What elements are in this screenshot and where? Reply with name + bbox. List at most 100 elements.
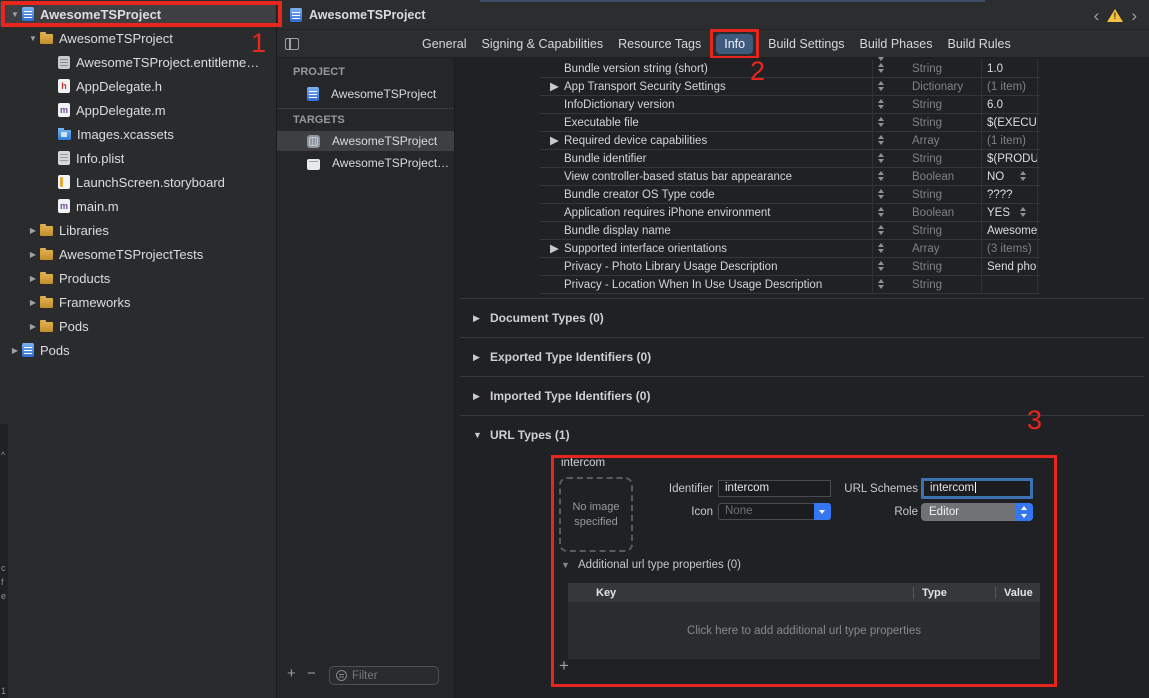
plist-value[interactable]: (1 item) — [987, 78, 1037, 96]
disclosure-triangle-icon[interactable]: ▶ — [550, 240, 559, 258]
navigator-row[interactable]: LaunchScreen.storyboard — [0, 170, 276, 194]
role-popup[interactable]: Editor — [921, 503, 1033, 521]
plist-type[interactable]: Boolean — [912, 168, 954, 186]
navigator-row[interactable]: ▼ AwesomeTSProject — [0, 26, 276, 50]
plist-type[interactable]: Boolean — [912, 204, 954, 222]
plist-value[interactable]: ???? — [987, 186, 1037, 204]
plist-row[interactable]: Privacy - Photo Library Usage Descriptio… — [540, 258, 1040, 276]
jumpbar-title[interactable]: AwesomeTSProject — [309, 8, 425, 22]
editor-tab[interactable]: Signing & Capabilities — [481, 34, 603, 54]
warning-icon[interactable] — [1107, 8, 1124, 22]
navigator-row[interactable]: main.m — [0, 194, 276, 218]
plist-value[interactable]: 1.0 — [987, 60, 1037, 78]
empty-table-placeholder[interactable]: Click here to add additional url type pr… — [568, 602, 1040, 659]
plist-key[interactable]: App Transport Security Settings — [564, 78, 726, 96]
add-target-button[interactable]: + — [287, 665, 296, 682]
disclosure-triangle-icon[interactable]: ▶ — [473, 391, 490, 402]
plist-row[interactable]: Bundle creator OS Type code String ???? — [540, 186, 1040, 204]
navigator-row[interactable]: ▼ AwesomeTSProject — [0, 2, 276, 26]
target-item-app[interactable]: AwesomeTSProject — [277, 131, 454, 151]
add-url-type-button[interactable]: + — [559, 656, 569, 676]
disclosure-triangle-icon[interactable]: ▶ — [26, 250, 40, 259]
plist-type[interactable]: String — [912, 60, 942, 78]
editor-tab[interactable]: Info — [710, 28, 759, 59]
disclosure-triangle-icon[interactable]: ▶ — [26, 274, 40, 283]
plist-row[interactable]: Executable file String $(EXECU — [540, 114, 1040, 132]
navigator-row[interactable]: ▶ Frameworks — [0, 290, 276, 314]
key-stepper-icon[interactable] — [878, 135, 884, 145]
plist-value[interactable]: Send pho — [987, 258, 1037, 276]
key-stepper-icon[interactable] — [878, 81, 884, 91]
plist-key[interactable]: Supported interface orientations — [564, 240, 727, 258]
plist-value[interactable]: (3 items) — [987, 240, 1037, 258]
plist-type[interactable]: Dictionary — [912, 78, 963, 96]
plist-row[interactable]: Application requires iPhone environment … — [540, 204, 1040, 222]
key-stepper-icon[interactable] — [878, 117, 884, 127]
chevron-down-icon[interactable] — [814, 503, 831, 520]
column-header-type[interactable]: Type — [913, 586, 995, 599]
remove-target-button[interactable]: − — [307, 665, 316, 682]
next-issue-icon[interactable]: › — [1129, 7, 1139, 24]
plist-type[interactable]: String — [912, 114, 942, 132]
plist-type[interactable]: String — [912, 96, 942, 114]
navigator-row[interactable]: Info.plist — [0, 146, 276, 170]
plist-value[interactable]: $(EXECU — [987, 114, 1037, 132]
plist-key[interactable]: InfoDictionary version — [564, 96, 675, 114]
url-type-name[interactable]: intercom — [561, 457, 605, 469]
key-stepper-icon[interactable] — [878, 243, 884, 253]
navigator-row[interactable]: ▶ AwesomeTSProjectTests — [0, 242, 276, 266]
plist-key[interactable]: Bundle display name — [564, 222, 671, 240]
disclosure-triangle-icon[interactable]: ▼ — [26, 34, 40, 43]
plist-key[interactable]: Executable file — [564, 114, 639, 132]
plist-row[interactable]: ▶ Required device capabilities Array (1 … — [540, 132, 1040, 150]
key-stepper-icon[interactable] — [878, 207, 884, 217]
key-stepper-icon[interactable] — [878, 225, 884, 235]
navigator-row[interactable]: AwesomeTSProject.entitleme… — [0, 50, 276, 74]
disclosure-triangle-icon[interactable]: ▶ — [550, 78, 559, 96]
disclosure-triangle-icon[interactable]: ▶ — [550, 132, 559, 150]
plist-section-header[interactable]: ▶ Imported Type Identifiers (0) — [460, 376, 1144, 415]
column-header-value[interactable]: Value — [995, 586, 1040, 599]
navigator-row[interactable]: ▶ Pods — [0, 338, 276, 362]
plist-type[interactable]: Array — [912, 240, 939, 258]
plist-value[interactable]: 6.0 — [987, 96, 1037, 114]
key-stepper-icon[interactable] — [878, 99, 884, 109]
url-type-image-well[interactable]: No image specified — [559, 477, 633, 552]
plist-row[interactable]: Bundle version string (short) String 1.0 — [540, 60, 1040, 78]
editor-tab[interactable]: Build Rules — [948, 34, 1011, 54]
disclosure-triangle-icon[interactable]: ▼ — [8, 10, 22, 19]
disclosure-triangle-icon[interactable]: ▶ — [473, 313, 490, 324]
additional-properties-header[interactable]: ▼ Additional url type properties (0) — [561, 559, 741, 571]
plist-key[interactable]: Application requires iPhone environment — [564, 204, 770, 222]
plist-key[interactable]: Required device capabilities — [564, 132, 707, 150]
chevron-up-down-icon[interactable] — [1015, 503, 1033, 521]
plist-key[interactable]: View controller-based status bar appeara… — [564, 168, 792, 186]
navigator-row[interactable]: ▶ Libraries — [0, 218, 276, 242]
plist-row[interactable]: View controller-based status bar appeara… — [540, 168, 1040, 186]
editor-tab[interactable]: General — [422, 34, 466, 54]
disclosure-triangle-icon[interactable]: ▶ — [473, 352, 490, 363]
plist-row[interactable]: ▶ Supported interface orientations Array… — [540, 240, 1040, 258]
disclosure-triangle-icon[interactable]: ▶ — [8, 346, 22, 355]
plist-key[interactable]: Bundle version string (short) — [564, 60, 708, 78]
plist-type[interactable]: String — [912, 150, 942, 168]
plist-type[interactable]: String — [912, 222, 942, 240]
plist-value[interactable]: (1 item) — [987, 132, 1037, 150]
plist-type[interactable]: String — [912, 186, 942, 204]
key-stepper-icon[interactable] — [878, 189, 884, 199]
disclosure-triangle-icon[interactable]: ▶ — [26, 322, 40, 331]
identifier-field[interactable]: intercom — [718, 480, 831, 497]
url-schemes-field[interactable]: intercom — [921, 478, 1033, 499]
icon-dropdown[interactable]: None — [718, 503, 831, 520]
plist-value[interactable]: YES — [987, 204, 1037, 222]
disclosure-triangle-icon[interactable]: ▼ — [561, 560, 578, 570]
plist-row[interactable]: InfoDictionary version String 6.0 — [540, 96, 1040, 114]
plist-row[interactable]: Bundle display name String Awesome — [540, 222, 1040, 240]
navigator-row[interactable]: ▶ Products — [0, 266, 276, 290]
editor-tab[interactable]: Build Settings — [768, 34, 844, 54]
plist-row[interactable]: Privacy - Location When In Use Usage Des… — [540, 276, 1040, 294]
plist-value[interactable]: Awesome — [987, 222, 1037, 240]
plist-key[interactable]: Bundle identifier — [564, 150, 646, 168]
plist-section-header[interactable]: ▶ Document Types (0) — [460, 298, 1144, 337]
disclosure-triangle-icon[interactable]: ▼ — [473, 430, 490, 440]
